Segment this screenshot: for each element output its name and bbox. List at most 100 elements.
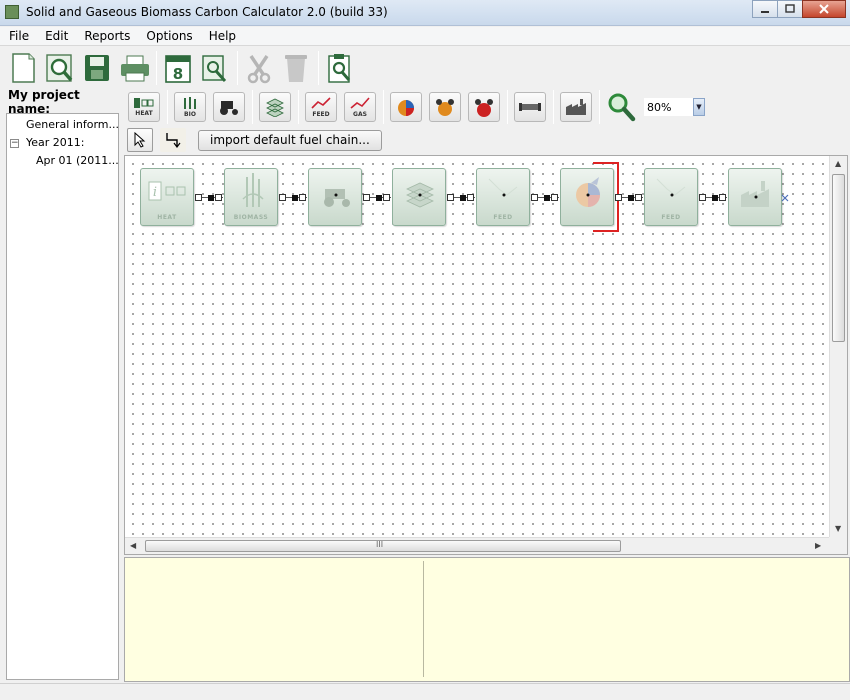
magnifier-icon — [608, 93, 636, 122]
vertical-scrollbar[interactable]: ▲ ▼ — [829, 156, 847, 538]
conversion-module-button[interactable] — [390, 92, 422, 122]
chain-connector[interactable] — [699, 194, 727, 202]
heat-module-label: HEAT — [135, 110, 153, 117]
pie-dots-alt-module-button[interactable] — [468, 92, 500, 122]
horizontal-scrollbar[interactable]: ◀ III ▶ — [125, 537, 829, 554]
preview-button[interactable] — [45, 51, 75, 85]
project-name-label: My project name: — [8, 88, 80, 116]
tree-item-year[interactable]: Year 2011: — [26, 135, 85, 151]
scroll-right-icon[interactable]: ▶ — [815, 541, 821, 550]
chain-block-harvest[interactable] — [308, 168, 362, 226]
feed-module-button[interactable]: FEED — [305, 92, 337, 122]
zoom-button[interactable] — [606, 90, 636, 124]
chevron-down-icon[interactable]: ▼ — [693, 98, 705, 116]
close-button[interactable] — [802, 0, 846, 18]
scroll-up-icon[interactable]: ▲ — [835, 159, 841, 168]
toolbar-separator — [318, 51, 319, 85]
print-button[interactable] — [119, 51, 149, 85]
pie-dots-module-button[interactable] — [429, 92, 461, 122]
vertical-scroll-thumb[interactable] — [832, 174, 845, 342]
chain-block-feed-2[interactable]: FEED — [644, 168, 698, 226]
toolbar-separator — [252, 90, 253, 124]
chain-block-storage[interactable] — [392, 168, 446, 226]
collapse-toggle[interactable]: − — [10, 139, 19, 148]
tree-item-general-info[interactable]: General inform... — [26, 117, 118, 133]
details-panel — [124, 557, 850, 682]
biomass-module-label: BIO — [184, 111, 196, 118]
schedule-edit-button[interactable] — [200, 51, 230, 85]
zoom-select[interactable]: 80% ▼ — [644, 98, 705, 116]
storage-module-button[interactable] — [259, 92, 291, 122]
chain-connector[interactable] — [531, 194, 559, 202]
chain-canvas-frame: i HEAT BIOMASS FEED FEED ▲ ▼ ◀ III ▶ — [124, 155, 848, 555]
chain-block-feed-1[interactable]: FEED — [476, 168, 530, 226]
chain-canvas[interactable]: i HEAT BIOMASS FEED FEED — [125, 156, 829, 538]
feed-module-label: FEED — [312, 111, 330, 118]
menu-options[interactable]: Options — [137, 29, 199, 43]
chain-block-heat[interactable]: i HEAT — [140, 168, 194, 226]
project-tree[interactable]: General inform... − Year 2011: Apr 01 (2… — [6, 113, 119, 680]
biomass-module-button[interactable]: BIO — [174, 92, 206, 122]
delete-icon — [285, 55, 307, 82]
tractor-icon — [220, 101, 238, 115]
gas-module-button[interactable]: GAS — [344, 92, 376, 122]
menu-edit[interactable]: Edit — [36, 29, 75, 43]
scroll-down-icon[interactable]: ▼ — [835, 524, 841, 533]
menu-help[interactable]: Help — [200, 29, 243, 43]
chain-block-biomass[interactable]: BIOMASS — [224, 168, 278, 226]
chain-connector[interactable] — [615, 194, 643, 202]
heat-module-button[interactable]: HEAT — [128, 92, 160, 122]
print-icon — [121, 55, 149, 82]
factory-icon — [566, 99, 586, 115]
maximize-button[interactable] — [777, 0, 803, 18]
toolbar-separator — [156, 51, 157, 85]
minimize-button[interactable] — [752, 0, 778, 18]
menu-reports[interactable]: Reports — [75, 29, 137, 43]
pane-splitter[interactable] — [423, 561, 424, 677]
chain-connector[interactable] — [279, 194, 307, 202]
window-title: Solid and Gaseous Biomass Carbon Calcula… — [26, 5, 388, 19]
menu-file[interactable]: File — [0, 29, 36, 43]
save-button[interactable] — [82, 51, 112, 85]
save-icon — [85, 55, 109, 81]
horizontal-scroll-thumb[interactable]: III — [145, 540, 621, 552]
app-window: Solid and Gaseous Biomass Carbon Calcula… — [0, 0, 850, 700]
calendar-icon: 8 — [165, 55, 191, 83]
plant-module-button[interactable] — [560, 92, 592, 122]
tree-item-date[interactable]: Apr 01 (2011... — [36, 153, 118, 169]
pointer-arrow-icon — [134, 132, 146, 148]
new-document-icon — [12, 53, 35, 83]
toolbar-separator — [298, 90, 299, 124]
new-button[interactable] — [8, 51, 38, 85]
scroll-corner — [829, 537, 847, 554]
connector-tool-button[interactable] — [160, 128, 186, 152]
toolbar-separator — [237, 51, 238, 85]
window-controls — [752, 0, 846, 18]
calendar-button[interactable]: 8 — [163, 51, 193, 85]
chain-block-label: FEED — [493, 214, 513, 221]
zoom-value: 80% — [647, 100, 672, 114]
chain-connector[interactable] — [195, 194, 223, 202]
menu-bar: File Edit Reports Options Help — [0, 27, 850, 46]
factory-block-icon — [741, 181, 769, 207]
preview-icon — [46, 54, 73, 82]
chain-block-plant[interactable] — [728, 168, 782, 226]
tractor-module-button[interactable] — [213, 92, 245, 122]
pipe-icon — [519, 103, 541, 111]
feed-block-icon — [656, 178, 686, 197]
chain-connector[interactable] — [363, 194, 391, 202]
calendar-day: 8 — [173, 65, 183, 83]
cut-button[interactable] — [244, 51, 274, 85]
delete-button[interactable] — [281, 51, 311, 85]
module-toolbar: HEAT BIO FEED GAS 80% ▼ — [124, 89, 850, 125]
chain-block-label: BIOMASS — [233, 214, 269, 221]
maximize-icon — [785, 4, 795, 13]
pipe-module-button[interactable] — [514, 92, 546, 122]
select-tool-button[interactable] — [127, 128, 153, 152]
scroll-left-icon[interactable]: ◀ — [130, 541, 136, 550]
chain-toolbar: import default fuel chain... — [124, 126, 850, 154]
heat-block-icon: i — [148, 181, 186, 201]
chain-connector[interactable] — [447, 194, 475, 202]
clipboard-search-button[interactable] — [325, 51, 355, 85]
import-default-fuel-chain-button[interactable]: import default fuel chain... — [198, 129, 382, 151]
